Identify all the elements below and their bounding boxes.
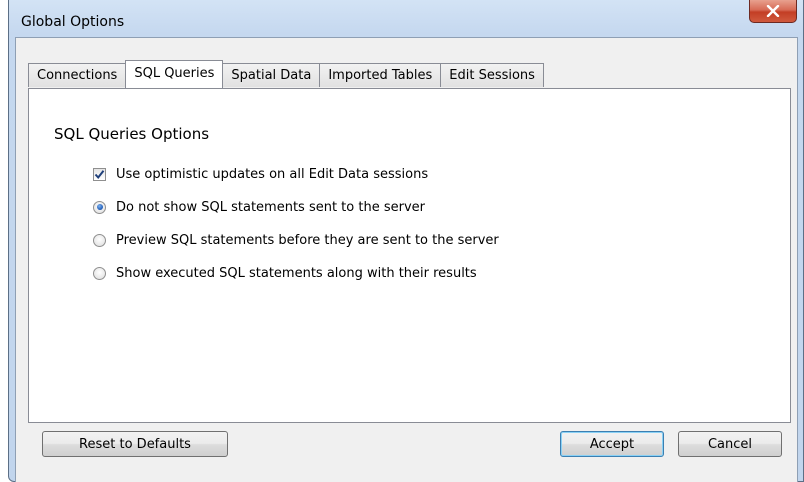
optimistic-updates-checkbox[interactable]	[93, 167, 106, 181]
close-button[interactable]	[749, 0, 797, 23]
radio-preview-label: Preview SQL statements before they are s…	[116, 232, 499, 248]
tab-sql-queries[interactable]: SQL Queries	[125, 60, 224, 88]
optimistic-updates-label: Use optimistic updates on all Edit Data …	[116, 166, 429, 182]
optimistic-updates-option[interactable]: Use optimistic updates on all Edit Data …	[93, 164, 428, 184]
radio-option-no-show[interactable]: Do not show SQL statements sent to the s…	[93, 197, 425, 217]
close-icon	[766, 5, 780, 17]
radio-no-show[interactable]	[93, 200, 106, 214]
tab-strip: Connections SQL Queries Spatial Data Imp…	[28, 60, 544, 88]
sql-queries-panel: SQL Queries Options Use optimistic updat…	[28, 88, 791, 423]
radio-option-show-executed[interactable]: Show executed SQL statements along with …	[93, 263, 477, 283]
radio-show-executed[interactable]	[93, 266, 106, 280]
tab-imported-tables[interactable]: Imported Tables	[319, 63, 442, 87]
radio-selected-dot	[96, 204, 103, 210]
tab-connections[interactable]: Connections	[28, 63, 127, 87]
accept-button[interactable]: Accept	[560, 431, 664, 457]
radio-preview[interactable]	[93, 233, 106, 247]
radio-no-show-label: Do not show SQL statements sent to the s…	[116, 199, 425, 215]
window-title: Global Options	[21, 14, 125, 30]
cancel-button[interactable]: Cancel	[678, 431, 782, 457]
check-mark-icon	[94, 169, 105, 179]
radio-option-preview[interactable]: Preview SQL statements before they are s…	[93, 230, 499, 250]
tab-spatial-data[interactable]: Spatial Data	[222, 63, 321, 87]
reset-to-defaults-button[interactable]: Reset to Defaults	[42, 431, 228, 457]
title-bar[interactable]: Global Options	[9, 0, 803, 36]
section-title: SQL Queries Options	[54, 125, 210, 143]
tab-edit-sessions[interactable]: Edit Sessions	[440, 63, 544, 87]
dialog-window: Global Options Connections SQL Queries S…	[8, 0, 804, 482]
radio-show-executed-label: Show executed SQL statements along with …	[116, 265, 477, 281]
dialog-client-area: Connections SQL Queries Spatial Data Imp…	[15, 37, 798, 482]
